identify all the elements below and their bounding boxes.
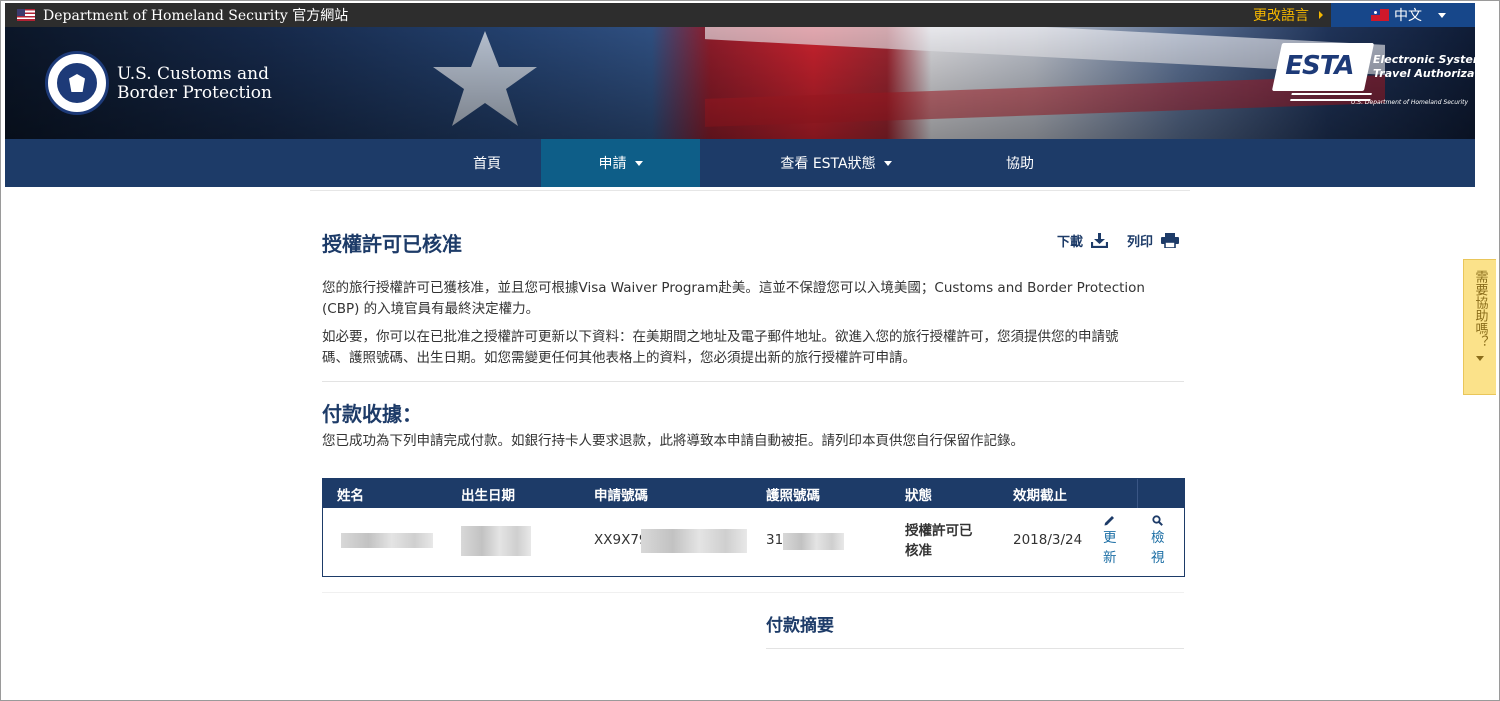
application-number-prefix: XX9X79 bbox=[594, 532, 648, 548]
esta-logo-box: ESTA bbox=[1271, 43, 1375, 91]
divider bbox=[322, 381, 1184, 382]
main-nav: 首頁 申請 查看 ESTA狀態 協助 bbox=[5, 139, 1475, 187]
status-cell: 授權許可已 核准 bbox=[905, 521, 973, 561]
payment-summary-title: 付款摘要 bbox=[766, 616, 834, 636]
seal-emblem bbox=[55, 61, 99, 105]
language-dropdown[interactable]: 中文 bbox=[1331, 3, 1475, 27]
col-name: 姓名 bbox=[337, 487, 364, 504]
language-selected: 中文 bbox=[1394, 8, 1422, 24]
page-title: 授權許可已核准 bbox=[322, 232, 462, 256]
print-icon bbox=[1161, 233, 1180, 248]
caret-right-icon bbox=[1319, 11, 1323, 19]
dhs-official-site[interactable]: Department of Homeland Security 官方網站 bbox=[17, 3, 348, 27]
esta-logo-line2: Travel Authorization bbox=[1373, 67, 1475, 80]
chevron-down-icon bbox=[1476, 356, 1484, 361]
view-label-1: 檢 bbox=[1151, 530, 1165, 546]
col-status: 狀態 bbox=[905, 487, 932, 504]
col-expiry: 效期截止 bbox=[1013, 487, 1067, 504]
change-language-link[interactable]: 更改語言 bbox=[1253, 3, 1323, 27]
chevron-down-icon bbox=[883, 160, 892, 166]
top-utility-bar: Department of Homeland Security 官方網站 更改語… bbox=[5, 3, 1475, 27]
need-help-label: 需要協助嗎？ bbox=[1472, 270, 1488, 348]
need-help-tab[interactable]: 需要協助嗎？ bbox=[1463, 259, 1496, 395]
divider bbox=[310, 190, 1190, 191]
table-header: 姓名 出生日期 申請號碼 護照號碼 狀態 效期截止 bbox=[323, 479, 1184, 508]
download-link[interactable]: 下載 bbox=[1057, 231, 1109, 250]
receipt-text: 您已成功為下列申請完成付款。如銀行持卡人要求退款，此將導致本申請自動被拒。請列印… bbox=[322, 433, 1024, 449]
cbp-title-line2: Border Protection bbox=[117, 83, 272, 103]
update-info-message: 如必要，你可以在已批准之授權許可更新以下資料：在美期間之地址及電子郵件地址。欲進… bbox=[322, 327, 1184, 369]
column-divider bbox=[1137, 479, 1138, 508]
download-label: 下載 bbox=[1057, 235, 1084, 250]
dhs-official-site-label: Department of Homeland Security 官方網站 bbox=[43, 8, 349, 24]
redacted-name bbox=[341, 533, 433, 548]
col-passport-number: 護照號碼 bbox=[766, 487, 820, 504]
redacted-dob bbox=[461, 526, 531, 556]
status-line2: 核准 bbox=[905, 543, 932, 559]
update-info-line1: 如必要，你可以在已批准之授權許可更新以下資料：在美期間之地址及電子郵件地址。欲進… bbox=[322, 329, 1119, 345]
view-label-2: 視 bbox=[1151, 550, 1165, 566]
us-flag-icon bbox=[17, 9, 35, 21]
esta-logo-text: Electronic System for Travel Authorizati… bbox=[1373, 53, 1475, 81]
cbp-title-line1: U.S. Customs and bbox=[117, 64, 269, 84]
divider bbox=[766, 648, 1184, 649]
applications-table: 姓名 出生日期 申請號碼 護照號碼 狀態 效期截止 XX9X79 31 授權許可… bbox=[322, 478, 1185, 577]
view-button[interactable]: 檢 視 bbox=[1151, 515, 1165, 568]
divider bbox=[322, 592, 1184, 593]
update-info-line2: 碼、護照號碼、出生日期。如您需變更任何其他表格上的資料，您必須提出新的旅行授權許… bbox=[322, 350, 916, 366]
nav-check-status[interactable]: 查看 ESTA狀態 bbox=[751, 139, 921, 187]
update-label-2: 新 bbox=[1103, 550, 1117, 566]
passport-number-prefix: 31 bbox=[766, 532, 784, 548]
update-label-1: 更 bbox=[1103, 530, 1117, 546]
nav-help-label: 協助 bbox=[1006, 156, 1034, 172]
col-application-number: 申請號碼 bbox=[594, 487, 648, 504]
cbp-home-link[interactable]: U.S. Customs and Border Protection bbox=[117, 65, 272, 103]
redacted-passport-number bbox=[783, 533, 844, 550]
chevron-down-icon bbox=[634, 160, 643, 166]
print-label: 列印 bbox=[1127, 235, 1154, 250]
redacted-application-number bbox=[641, 529, 747, 553]
col-dob: 出生日期 bbox=[461, 487, 515, 504]
header-banner: U.S. Customs and Border Protection ESTA … bbox=[5, 27, 1475, 139]
application-number: XX9X79 bbox=[594, 532, 648, 548]
approval-message: 您的旅行授權許可已獲核准，並且您可根據Visa Waiver Program赴美… bbox=[322, 278, 1184, 320]
esta-logo-line1: Electronic System for bbox=[1373, 53, 1475, 66]
chevron-down-icon bbox=[1438, 12, 1446, 18]
pencil-icon bbox=[1104, 516, 1115, 526]
nav-apply[interactable]: 申請 bbox=[541, 139, 700, 187]
nav-help[interactable]: 協助 bbox=[985, 139, 1055, 187]
status-line1: 授權許可已 bbox=[905, 523, 973, 539]
receipt-title: 付款收據： bbox=[322, 402, 422, 426]
download-icon bbox=[1091, 233, 1109, 248]
print-link[interactable]: 列印 bbox=[1127, 231, 1180, 250]
esta-logo-word: ESTA bbox=[1285, 51, 1354, 81]
tw-flag-icon bbox=[1371, 9, 1389, 21]
dhs-seal-icon[interactable] bbox=[45, 51, 109, 115]
passport-number: 31 bbox=[766, 532, 783, 548]
nav-home-label: 首頁 bbox=[473, 156, 501, 172]
esta-logo-sub: U.S. Department of Homeland Security bbox=[1351, 99, 1469, 106]
esta-logo[interactable]: ESTA Electronic System for Travel Author… bbox=[1271, 43, 1475, 113]
magnifier-icon bbox=[1152, 515, 1164, 526]
change-language-label: 更改語言 bbox=[1253, 8, 1309, 24]
expiry-date: 2018/3/24 bbox=[1013, 532, 1083, 548]
nav-home[interactable]: 首頁 bbox=[449, 139, 525, 187]
approval-message-line2: (CBP) 的入境官員有最終決定權力。 bbox=[322, 301, 540, 317]
approval-message-line1: 您的旅行授權許可已獲核准，並且您可根據Visa Waiver Program赴美… bbox=[322, 280, 1145, 296]
nav-apply-label: 申請 bbox=[598, 156, 627, 172]
update-button[interactable]: 更 新 bbox=[1103, 515, 1117, 568]
nav-check-status-label: 查看 ESTA狀態 bbox=[780, 156, 876, 172]
